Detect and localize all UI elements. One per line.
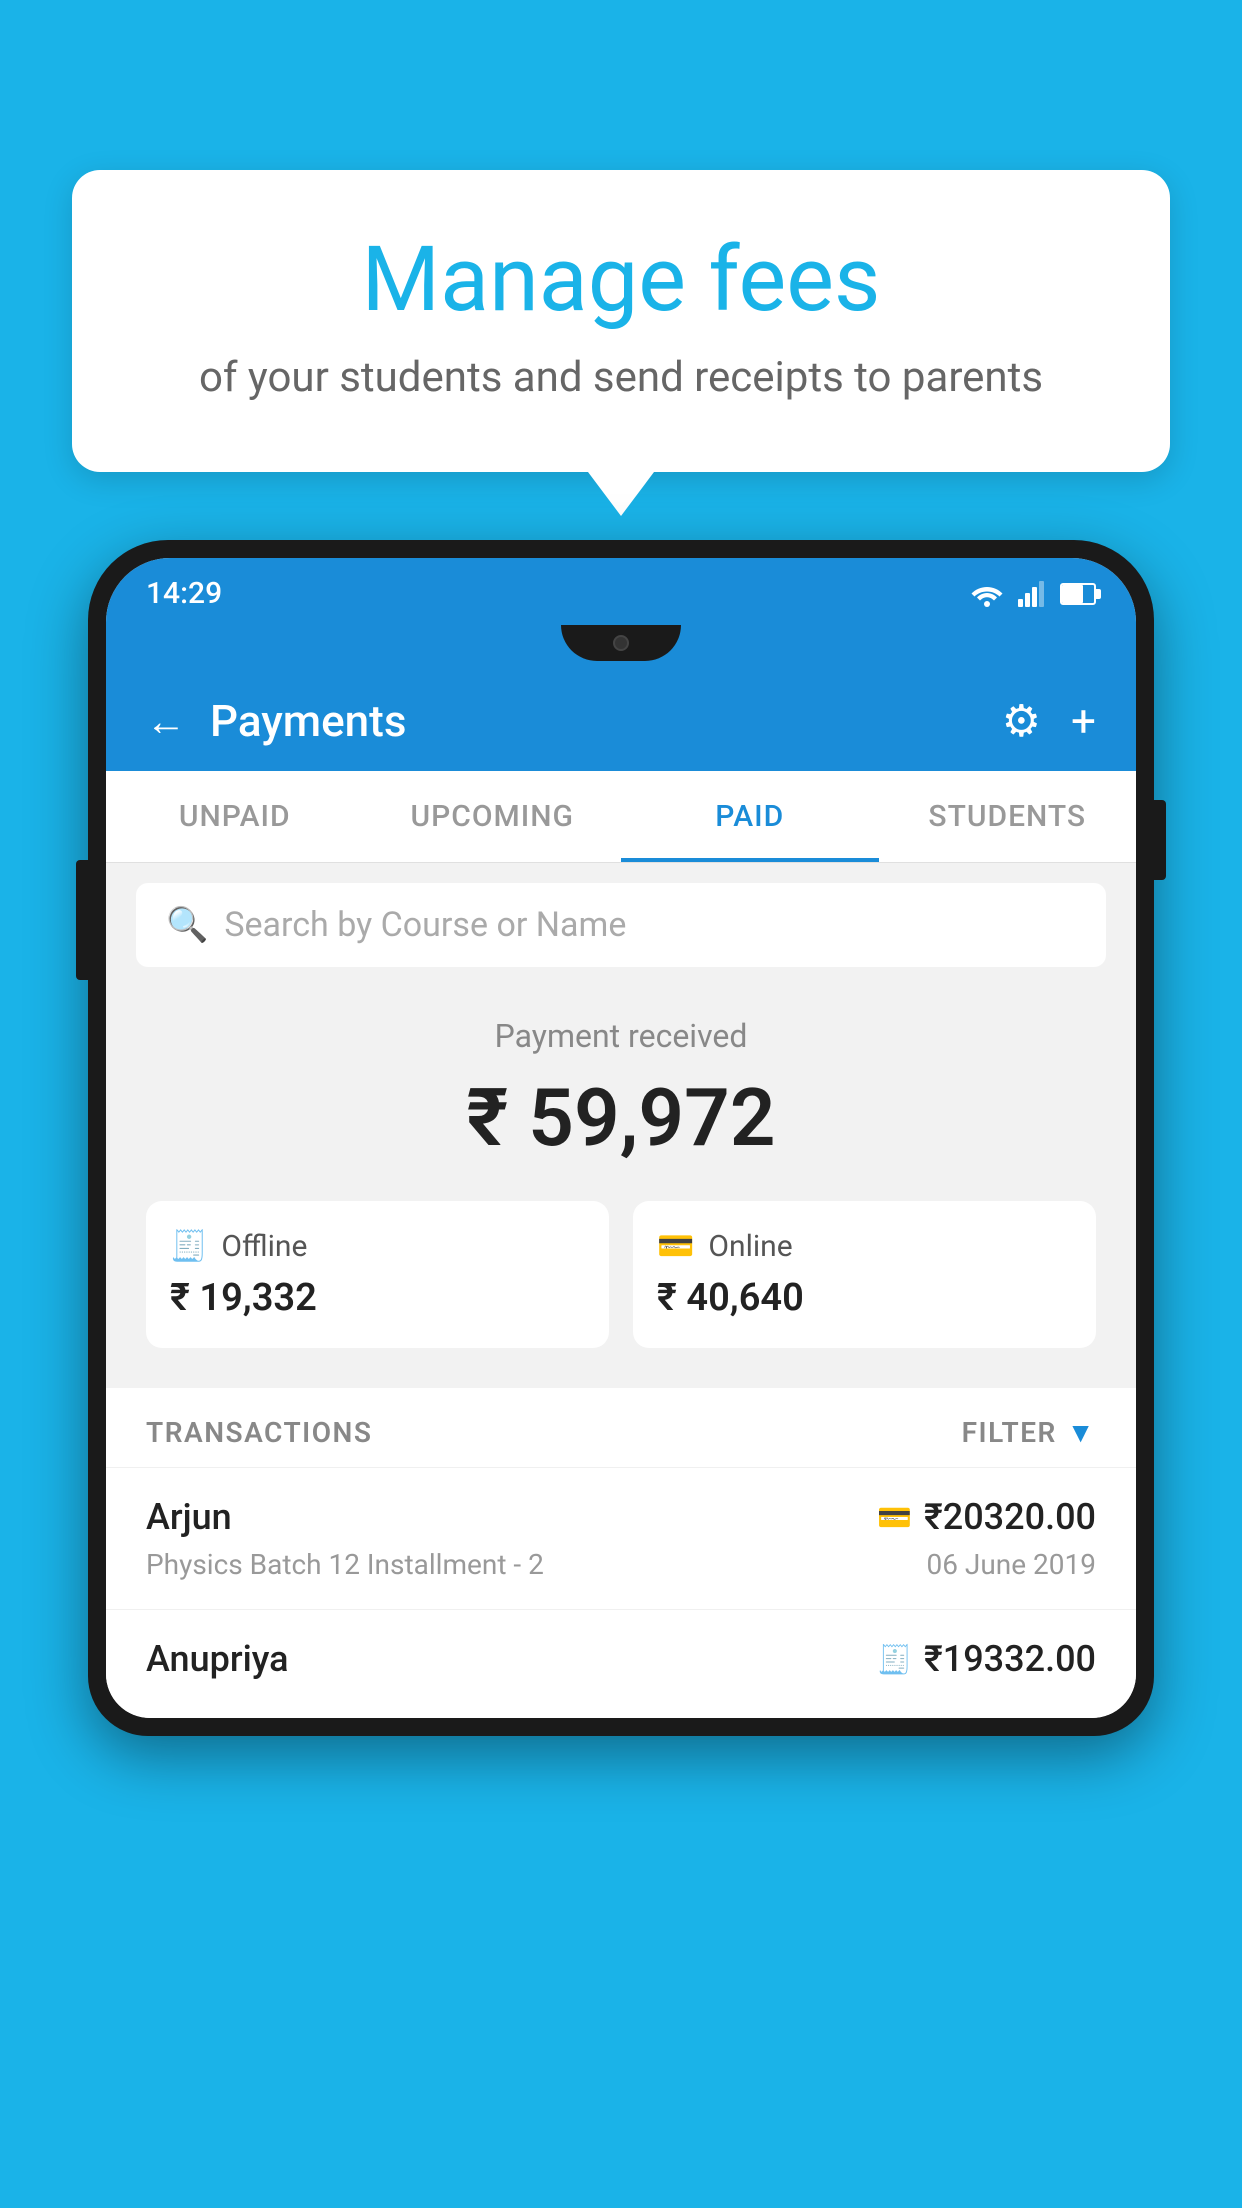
online-card-header: 💳 Online — [657, 1229, 1072, 1264]
transaction-amount-wrapper: 🧾 ₹19332.00 — [877, 1638, 1096, 1680]
search-input[interactable]: Search by Course or Name — [224, 905, 626, 945]
payment-received-label: Payment received — [146, 1017, 1096, 1055]
status-icons — [970, 581, 1096, 607]
transaction-row-top: Anupriya 🧾 ₹19332.00 — [146, 1638, 1096, 1680]
settings-icon[interactable]: ⚙ — [1002, 695, 1041, 747]
phone-inner: 14:29 — [106, 558, 1136, 1718]
speech-bubble-subtitle: of your students and send receipts to pa… — [152, 353, 1090, 402]
search-icon: 🔍 — [166, 905, 208, 945]
transaction-desc: Physics Batch 12 Installment - 2 — [146, 1548, 544, 1581]
transaction-row-top: Arjun 💳 ₹20320.00 — [146, 1496, 1096, 1538]
tab-unpaid[interactable]: UNPAID — [106, 771, 364, 862]
payment-summary: Payment received ₹ 59,972 🧾 Offline ₹ 19… — [106, 987, 1136, 1388]
payment-total-amount: ₹ 59,972 — [146, 1071, 1096, 1165]
filter-icon: ▼ — [1067, 1416, 1096, 1449]
offline-card-header: 🧾 Offline — [170, 1229, 585, 1264]
offline-card: 🧾 Offline ₹ 19,332 — [146, 1201, 609, 1348]
online-label: Online — [708, 1229, 792, 1264]
transaction-amount: ₹19332.00 — [924, 1638, 1096, 1680]
offline-icon: 🧾 — [170, 1229, 207, 1264]
tab-paid[interactable]: PAID — [621, 771, 879, 862]
offline-amount: ₹ 19,332 — [170, 1276, 585, 1320]
filter-button[interactable]: FILTER ▼ — [962, 1416, 1096, 1449]
speech-bubble-title: Manage fees — [152, 230, 1090, 329]
transaction-amount: ₹20320.00 — [924, 1496, 1096, 1538]
filter-label: FILTER — [962, 1416, 1057, 1449]
speech-bubble: Manage fees of your students and send re… — [72, 170, 1170, 472]
back-button[interactable]: ← — [146, 698, 186, 745]
transaction-row[interactable]: Anupriya 🧾 ₹19332.00 — [106, 1609, 1136, 1718]
phone-container: 14:29 — [88, 540, 1154, 2208]
card-payment-icon: 💳 — [877, 1501, 912, 1534]
header-actions: ⚙ + — [1002, 695, 1096, 747]
notch-area — [106, 625, 1136, 671]
phone-outer: 14:29 — [88, 540, 1154, 1736]
online-card: 💳 Online ₹ 40,640 — [633, 1201, 1096, 1348]
tabs: UNPAID UPCOMING PAID STUDENTS — [106, 771, 1136, 863]
wifi-icon — [970, 581, 1004, 607]
cash-payment-icon: 🧾 — [877, 1643, 912, 1676]
add-icon[interactable]: + — [1071, 695, 1096, 747]
tab-upcoming[interactable]: UPCOMING — [364, 771, 622, 862]
transaction-row[interactable]: Arjun 💳 ₹20320.00 Physics Batch 12 Insta… — [106, 1467, 1136, 1609]
transactions-label: TRANSACTIONS — [146, 1416, 372, 1449]
signal-icon — [1018, 581, 1046, 607]
online-icon: 💳 — [657, 1229, 694, 1264]
offline-label: Offline — [221, 1229, 307, 1264]
transaction-name: Anupriya — [146, 1638, 289, 1680]
search-bar[interactable]: 🔍 Search by Course or Name — [136, 883, 1106, 967]
transaction-date: 06 June 2019 — [926, 1548, 1096, 1581]
transaction-name: Arjun — [146, 1496, 232, 1538]
search-container: 🔍 Search by Course or Name — [106, 863, 1136, 987]
tab-students[interactable]: STUDENTS — [879, 771, 1137, 862]
page-title: Payments — [210, 695, 1002, 747]
camera-dot — [613, 635, 629, 651]
online-amount: ₹ 40,640 — [657, 1276, 1072, 1320]
battery-icon — [1060, 583, 1096, 605]
status-bar: 14:29 — [106, 558, 1136, 625]
transaction-amount-wrapper: 💳 ₹20320.00 — [877, 1496, 1096, 1538]
transaction-row-bottom: Physics Batch 12 Installment - 2 06 June… — [146, 1548, 1096, 1581]
status-time: 14:29 — [146, 576, 222, 611]
notch — [561, 625, 681, 661]
app-header: ← Payments ⚙ + — [106, 671, 1136, 771]
payment-cards: 🧾 Offline ₹ 19,332 💳 Online ₹ 40,640 — [146, 1201, 1096, 1348]
transactions-header: TRANSACTIONS FILTER ▼ — [106, 1388, 1136, 1467]
